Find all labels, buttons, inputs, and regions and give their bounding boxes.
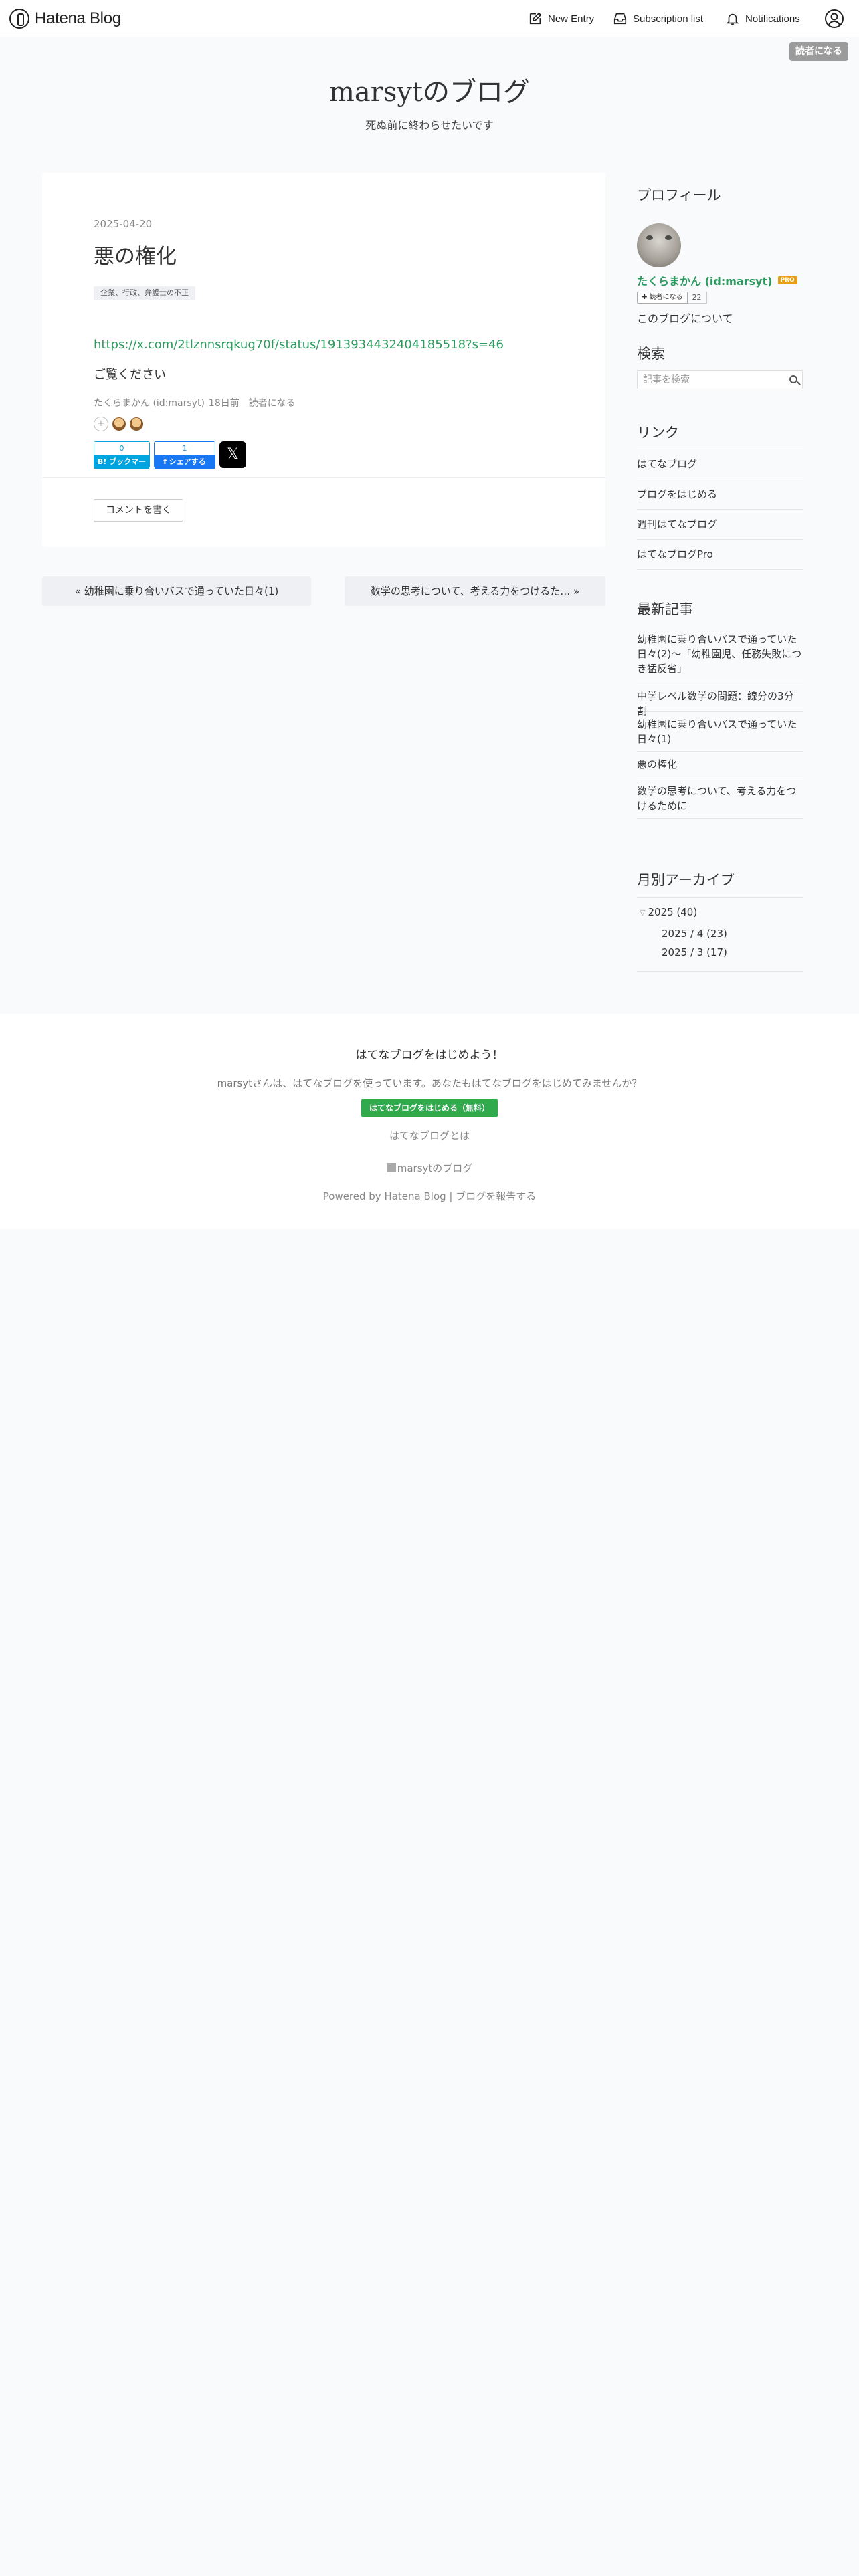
subscribe-button[interactable]: 読者になる	[789, 42, 848, 61]
links-heading: リンク	[637, 425, 679, 441]
star-user-icon[interactable]	[130, 417, 143, 431]
hatena-star-area: +	[94, 417, 143, 431]
entry-article: 2025-04-20 悪の権化 企業、行政、弁護士の不正 https://x.c…	[42, 173, 605, 547]
sidebar-link-pro[interactable]: はてなブログPro	[637, 540, 803, 570]
hatena-bookmark-button[interactable]: 0 B! ブックマーク	[94, 441, 150, 480]
entry-subscribe-link[interactable]: 読者になる	[249, 396, 296, 409]
blog-description: 死ぬ前に終わらせたいです	[365, 119, 494, 132]
sidebar-recent-module: 最新記事 幼稚園に乗り合いバスで通っていた日々(2)〜「幼稚園児、任務失敗につき…	[637, 599, 803, 843]
new-entry-link[interactable]: New Entry	[528, 9, 594, 28]
footer-title: はてなブログをはじめよう！	[355, 1049, 504, 1062]
subscription-list-label: Subscription list	[633, 13, 704, 25]
about-hatena-blog-link[interactable]: はてなブログとは	[0, 1128, 859, 1142]
entry-body-text: ご覧ください	[94, 368, 166, 382]
pager-next-link[interactable]: 数学の思考について、考える力をつけるた… »	[345, 576, 605, 606]
recent-entry-link[interactable]: 幼稚園に乗り合いバスで通っていた日々(2)〜「幼稚園児、任務失敗につき猛反省」	[637, 629, 803, 681]
recent-heading: 最新記事	[637, 601, 693, 617]
search-heading: 検索	[637, 346, 665, 362]
archive-year-label: 2025 (40)	[648, 906, 698, 918]
profile-subscribe-button[interactable]: ✚ 読者になる	[637, 292, 688, 304]
profile-heading: プロフィール	[637, 187, 721, 203]
notifications-link[interactable]: Notifications	[725, 9, 800, 28]
pager-prev-link[interactable]: « 幼稚園に乗り合いバスで通っていた日々(1)	[42, 576, 311, 606]
entry-footer-meta: たくらまかん (id:marsyt) 18日前 読者になる	[94, 396, 296, 409]
x-share-button[interactable]: 𝕏	[219, 441, 246, 468]
notifications-label: Notifications	[745, 13, 800, 25]
subscription-list-link[interactable]: Subscription list	[613, 9, 703, 28]
add-star-button[interactable]: +	[94, 417, 108, 431]
entry-title[interactable]: 悪の権化	[94, 239, 177, 270]
search-input[interactable]: 記事を検索	[637, 370, 803, 389]
recent-entry-link[interactable]: 悪の権化	[637, 752, 803, 778]
divider	[42, 477, 605, 478]
entry-category-tag[interactable]: 企業、行政、弁護士の不正	[94, 286, 195, 300]
edit-icon	[529, 12, 542, 25]
avatar[interactable]	[637, 223, 681, 267]
write-comment-button[interactable]: コメントを書く	[94, 499, 183, 522]
sidebar-link-weekly[interactable]: 週刊はてなブログ	[637, 510, 803, 540]
sidebar-link-hatena-blog[interactable]: はてなブログ	[637, 449, 803, 479]
hatena-logo-icon	[9, 9, 29, 29]
footer: はてなブログをはじめよう！ marsytさんは、はてなブログを使っています。あな…	[0, 1014, 859, 1229]
facebook-share-label: f シェアする	[155, 455, 215, 469]
entry-ago[interactable]: 18日前	[209, 396, 240, 409]
sidebar-links-module: リンク はてなブログ ブログをはじめる 週刊はてなブログ はてなブログPro	[637, 422, 803, 570]
sidebar-link-start-blog[interactable]: ブログをはじめる	[637, 479, 803, 510]
recent-entry-link[interactable]: 数学の思考について、考える力をつけるために	[637, 778, 803, 819]
facebook-share-count: 1	[155, 442, 215, 455]
logo-text: Hatena Blog	[35, 9, 121, 27]
profile-follow: ✚ 読者になる 22	[637, 292, 707, 304]
bookmark-label: B! ブックマーク	[94, 455, 149, 480]
footer-blog-name: marsytのブログ	[397, 1162, 473, 1174]
blog-icon	[386, 1163, 396, 1172]
sidebar-profile-module: プロフィール たくらまかん (id:marsyt) PRO ✚ 読者になる 22…	[637, 185, 803, 325]
inbox-icon	[613, 13, 627, 25]
sidebar-archive-module: 月別アーカイブ ▽ 2025 (40) 2025 / 4 (23) 2025 /…	[637, 869, 803, 976]
hatena-blog-logo[interactable]: Hatena Blog	[9, 8, 121, 29]
recent-entry-link[interactable]: 幼稚園に乗り合いバスで通っていた日々(1)	[637, 712, 803, 752]
pro-badge: PRO	[777, 276, 797, 284]
about-blog-link[interactable]: このブログについて	[637, 310, 733, 326]
footer-blog-link[interactable]: marsytのブログ	[0, 1161, 859, 1175]
powered-by[interactable]: Powered by Hatena Blog | ブログを報告する	[0, 1189, 859, 1203]
user-account-icon[interactable]	[824, 9, 844, 29]
profile-user-name: たくらまかん (id:marsyt)	[637, 275, 773, 288]
divider	[637, 971, 803, 972]
recent-entry-link[interactable]: 中学レベル数学の問題：線分の3分割	[637, 681, 803, 717]
profile-user[interactable]: たくらまかん (id:marsyt) PRO	[637, 272, 797, 288]
facebook-share-button[interactable]: 1 f シェアする	[154, 441, 215, 469]
divider	[637, 897, 803, 898]
archive-heading: 月別アーカイブ	[637, 872, 735, 888]
footer-text: marsytさんは、はてなブログを使っています。あなたもはてなブログをはじめてみ…	[217, 1077, 642, 1089]
entry-external-link[interactable]: https://x.com/2tlznnsrqkug70f/status/191…	[94, 338, 504, 352]
sidebar-search-module: 検索 記事を検索	[637, 343, 803, 390]
archive-month-link[interactable]: 2025 / 3 (17)	[662, 946, 727, 958]
new-entry-label: New Entry	[548, 13, 595, 25]
archive-year[interactable]: ▽ 2025 (40)	[640, 906, 697, 918]
subscriber-count: 22	[687, 292, 707, 304]
entry-author[interactable]: たくらまかん (id:marsyt)	[94, 396, 205, 409]
search-icon[interactable]	[789, 375, 797, 383]
bookmark-count: 0	[94, 442, 149, 455]
global-header: Hatena Blog New Entry Subscription list …	[0, 0, 859, 37]
blog-title[interactable]: marsytのブログ	[0, 70, 859, 109]
star-user-icon[interactable]	[112, 417, 126, 431]
chevron-down-icon[interactable]: ▽	[640, 908, 645, 917]
bell-icon	[726, 13, 739, 25]
entry-date[interactable]: 2025-04-20	[94, 218, 152, 230]
archive-month-link[interactable]: 2025 / 4 (23)	[662, 928, 727, 940]
start-blog-button[interactable]: はてなブログをはじめる（無料）	[361, 1099, 498, 1117]
